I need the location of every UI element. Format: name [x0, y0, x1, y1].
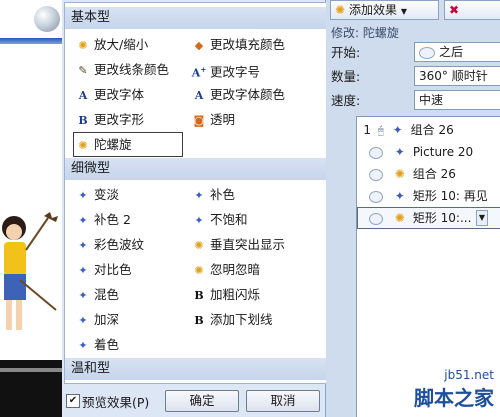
effect-blend[interactable]: ✦ 混色	[75, 284, 119, 305]
pane-toolbar: ✺ 添加效果 ▼ ✖	[326, 0, 500, 20]
clock-icon	[369, 190, 383, 203]
star-icon: ✺	[194, 264, 204, 277]
effect-change-line-color[interactable]: ✎ 更改线条颜色	[75, 59, 169, 80]
mouse-click-icon: 🖰	[377, 124, 385, 137]
ok-button[interactable]: 确定	[165, 390, 239, 412]
clock-icon	[419, 46, 435, 59]
effect-vertical-highlight[interactable]: ✺ 垂直突出显示	[191, 234, 285, 255]
font-icon: A	[78, 89, 88, 102]
sparkle-icon: ✦	[392, 123, 403, 137]
effect-colorize[interactable]: ✦ 着色	[75, 334, 119, 355]
bold-icon: B	[194, 289, 204, 302]
effect-change-font[interactable]: A 更改字体	[75, 84, 144, 105]
sparkle-icon: ✦	[194, 189, 204, 202]
effect-contrasting-color[interactable]: ✦ 对比色	[75, 259, 131, 280]
font-color-icon: A	[194, 89, 204, 102]
speed-dropdown[interactable]: 中速	[414, 90, 500, 110]
effect-fade[interactable]: ✦ 变淡	[75, 184, 119, 205]
watermark: jb51.net 脚本之家	[414, 368, 494, 410]
transparency-icon: ◙	[193, 114, 205, 127]
add-effect-button[interactable]: ✺ 添加效果 ▼	[330, 0, 439, 20]
change-effect-dialog: 基本型 ✺ 放大/缩小 ◆ 更改填充颜色 ✎ 更改线条颜色 A+ 更改字号 A 更改字体 …	[62, 0, 366, 417]
effect-change-fill-color[interactable]: ◆ 更改填充颜色	[191, 34, 285, 55]
clock-icon	[369, 168, 383, 181]
sparkle-icon: ✦	[78, 289, 88, 302]
slide-footer-decoration	[0, 360, 62, 417]
remove-icon: ✖	[449, 3, 460, 17]
effect-color-wave[interactable]: ✦ 彩色波纹	[75, 234, 144, 255]
sparkle-icon: ✦	[78, 239, 88, 252]
modify-label: 修改: 陀螺旋	[331, 26, 399, 40]
cancel-button[interactable]: 取消	[246, 390, 320, 412]
slide-preview	[0, 0, 62, 417]
group-header-subtle: 细微型	[65, 158, 347, 180]
font-style-icon: B	[78, 114, 88, 127]
effect-desaturate[interactable]: ✦ 不饱和	[191, 209, 247, 230]
animation-row[interactable]: ✦ 矩形 10: 再见	[357, 185, 500, 207]
start-dropdown[interactable]: 之后	[414, 42, 500, 62]
amount-dropdown[interactable]: 360° 顺时针	[414, 66, 500, 86]
custom-animation-pane: ✺ 添加效果 ▼ ✖ 修改: 陀螺旋 开始: 之后 数量: 360° 顺时针 速度…	[326, 0, 500, 417]
effect-spin[interactable]: ✺ 陀螺旋	[73, 132, 183, 157]
effect-change-font-style[interactable]: B 更改字形	[75, 109, 144, 130]
start-label: 开始:	[331, 45, 361, 60]
effect-transparency[interactable]: ◙ 透明	[191, 109, 235, 130]
star-icon: ✺	[194, 239, 204, 252]
sparkle-icon: ✦	[78, 264, 88, 277]
title-bar-decoration	[0, 38, 62, 44]
animation-row-selected[interactable]: ✺ 矩形 10:... ▼	[357, 207, 500, 229]
dialog-footer: ✔ 预览效果(P) 确定 取消	[62, 386, 325, 417]
effect-list[interactable]: 基本型 ✺ 放大/缩小 ◆ 更改填充颜色 ✎ 更改线条颜色 A+ 更改字号 A 更改字体 …	[64, 2, 366, 384]
sparkle-icon: ✦	[78, 339, 88, 352]
effect-change-font-color[interactable]: A 更改字体颜色	[191, 84, 285, 105]
sparkle-icon: ✦	[78, 189, 88, 202]
sparkle-icon: ✦	[194, 214, 204, 227]
group-header-basic: 基本型	[65, 7, 347, 29]
animation-row[interactable]: ✺ 组合 26	[357, 163, 500, 185]
bold-icon: B	[194, 314, 204, 327]
amount-label: 数量:	[331, 69, 361, 84]
star-icon: ✺	[394, 211, 405, 225]
animation-row[interactable]: ✦ Picture 20	[357, 141, 500, 163]
effect-complementary-color[interactable]: ✦ 补色	[191, 184, 235, 205]
sphere-decoration	[34, 6, 60, 32]
star-spin-icon: ✺	[78, 39, 88, 52]
dropdown-arrow-icon: ▼	[400, 7, 407, 16]
speed-label: 速度:	[331, 93, 361, 108]
effect-change-font-size[interactable]: A+ 更改字号	[191, 59, 260, 80]
group-header-moderate: 温和型	[65, 358, 347, 380]
font-size-icon: A+	[191, 65, 207, 80]
sparkle-icon: ✦	[394, 145, 405, 159]
girl-figure-icon	[2, 212, 58, 330]
effect-zoom[interactable]: ✺ 放大/缩小	[75, 34, 148, 55]
effect-darken[interactable]: ✦ 加深	[75, 309, 119, 330]
effect-flicker[interactable]: ✺ 忽明忽暗	[191, 259, 260, 280]
effect-bold-flash[interactable]: B 加粗闪烁	[191, 284, 260, 305]
remove-effect-button[interactable]: ✖	[444, 0, 500, 20]
animation-row[interactable]: 1 🖰 ✦ 组合 26	[357, 119, 500, 141]
preview-label: 预览效果(P)	[82, 395, 150, 410]
fill-bucket-icon: ◆	[194, 39, 204, 52]
row-dropdown-icon[interactable]: ▼	[476, 210, 488, 226]
spin-icon: ✺	[78, 139, 88, 152]
preview-checkbox[interactable]: ✔	[66, 394, 80, 408]
sparkle-icon: ✦	[394, 189, 405, 203]
star-icon: ✺	[394, 167, 405, 181]
sparkle-icon: ✦	[78, 314, 88, 327]
effect-underline[interactable]: B 添加下划线	[191, 309, 272, 330]
clock-icon	[369, 212, 383, 225]
effect-complementary-color-2[interactable]: ✦ 补色 2	[75, 209, 131, 230]
pen-line-icon: ✎	[78, 64, 88, 77]
clock-icon	[369, 146, 383, 159]
star-icon: ✺	[334, 3, 346, 17]
sparkle-icon: ✦	[78, 214, 88, 227]
